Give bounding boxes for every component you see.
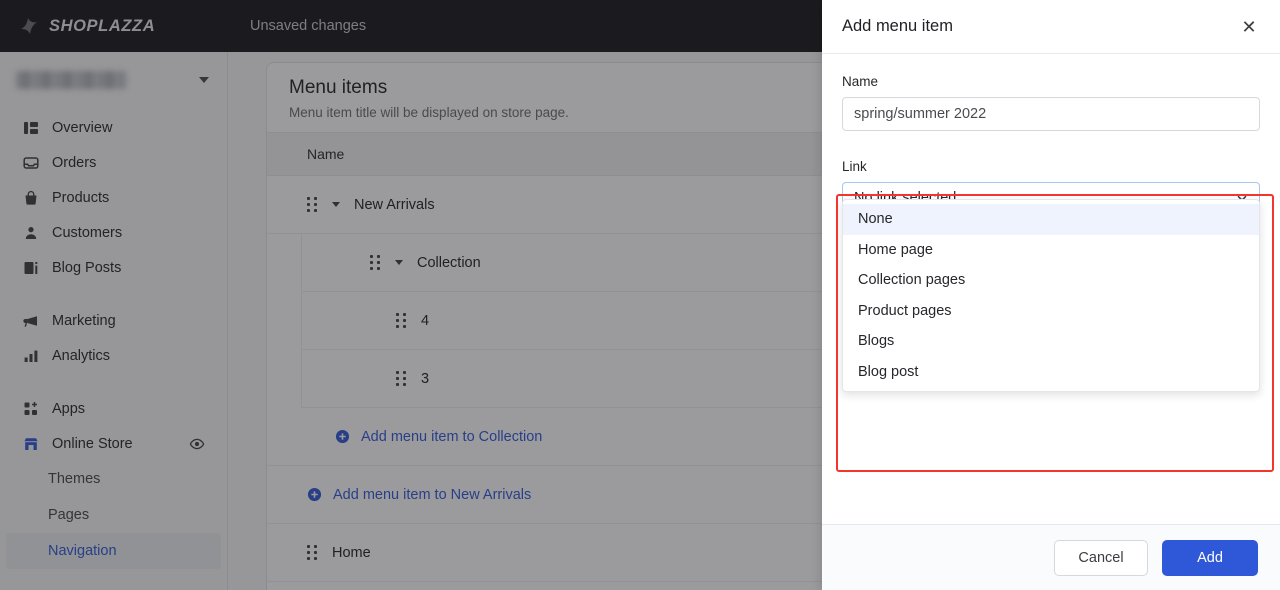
drawer-title: Add menu item — [842, 17, 953, 35]
cancel-button[interactable]: Cancel — [1054, 539, 1148, 576]
option-label: Blogs — [858, 333, 895, 350]
link-option-none[interactable]: None — [843, 204, 1259, 235]
name-label: Name — [842, 74, 879, 89]
cancel-button-label: Cancel — [1078, 549, 1124, 566]
option-label: Collection pages — [858, 272, 966, 289]
app-root: SHOPLAZZA Unsaved changes Overview Order… — [0, 0, 1280, 590]
link-field-group: Link No link selected None Home page Col… — [842, 159, 1260, 392]
link-option-collection-pages[interactable]: Collection pages — [843, 265, 1259, 296]
link-option-home-page[interactable]: Home page — [843, 235, 1259, 266]
name-input-value: spring/summer 2022 — [854, 106, 987, 122]
drawer-footer: Cancel Add — [822, 524, 1280, 590]
option-label: Product pages — [858, 302, 952, 319]
drawer-body: Name spring/summer 2022 Link No link sel… — [822, 54, 1280, 524]
add-button[interactable]: Add — [1162, 539, 1258, 576]
drawer-header: Add menu item ✕ — [822, 0, 1280, 54]
link-options-dropdown: None Home page Collection pages Product … — [842, 199, 1260, 392]
option-label: Blog post — [858, 363, 919, 380]
link-label: Link — [842, 159, 867, 174]
link-option-blog-post[interactable]: Blog post — [843, 357, 1259, 388]
link-option-product-pages[interactable]: Product pages — [843, 296, 1259, 327]
name-field-group: Name spring/summer 2022 — [842, 74, 1260, 131]
option-label: Home page — [858, 241, 933, 258]
option-label: None — [858, 211, 893, 228]
add-menu-item-drawer: Add menu item ✕ Name spring/summer 2022 … — [822, 0, 1280, 590]
close-icon[interactable]: ✕ — [1236, 14, 1262, 40]
link-option-blogs[interactable]: Blogs — [843, 326, 1259, 357]
add-button-label: Add — [1197, 549, 1223, 566]
name-input[interactable]: spring/summer 2022 — [842, 97, 1260, 131]
